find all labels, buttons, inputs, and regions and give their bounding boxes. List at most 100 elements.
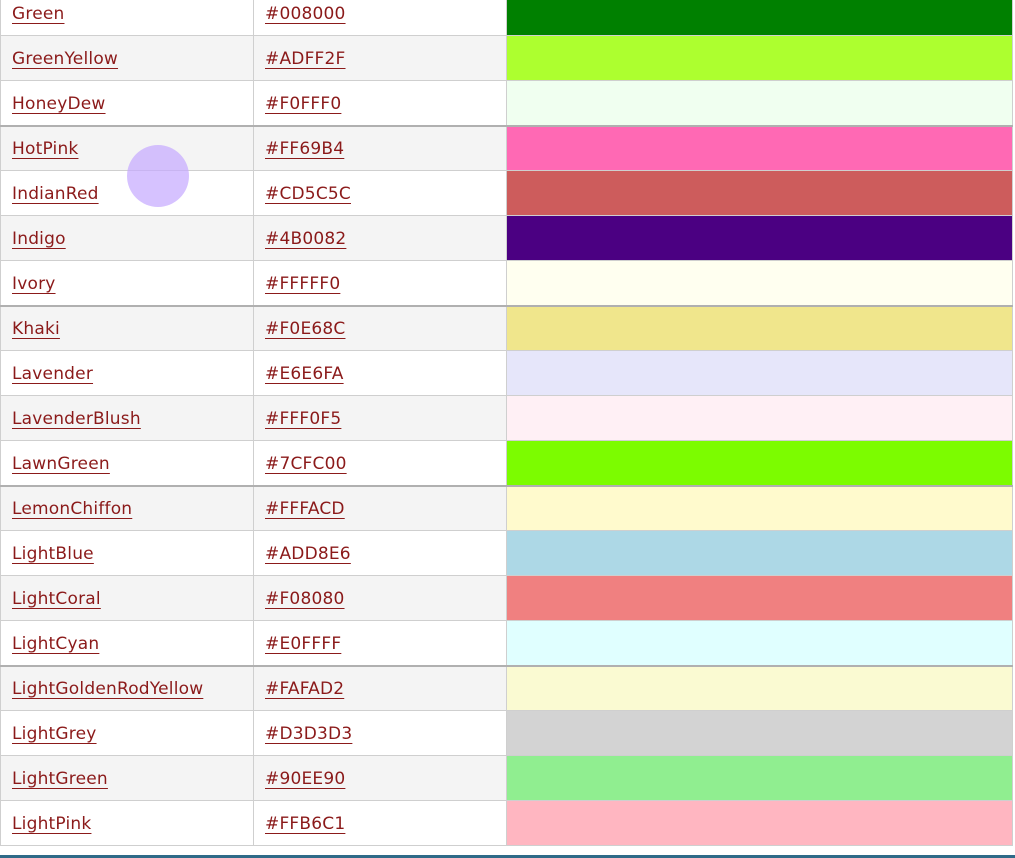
color-hex-cell: #FAFAD2 [253,664,507,711]
color-hex-link[interactable]: #E6E6FA [265,362,344,384]
color-name-cell: GreenYellow [0,35,254,81]
color-name-cell: LightPink [0,800,254,846]
table-row: Green #008000 [0,0,1013,36]
color-hex-link[interactable]: #4B0082 [265,227,346,249]
color-name-cell: LightCoral [0,575,254,621]
color-name-cell: LightGoldenRodYellow [0,664,254,711]
color-hex-cell: #CD5C5C [253,170,507,216]
color-swatch [506,440,1013,486]
color-name-cell: Lavender [0,350,254,396]
color-name-cell: IndianRed [0,170,254,216]
color-name-cell: Khaki [0,304,254,351]
color-swatch [506,530,1013,576]
color-name-link[interactable]: IndianRed [12,182,99,204]
color-hex-link[interactable]: #F0FFF0 [265,92,341,114]
color-hex-cell: #7CFC00 [253,440,507,486]
color-name-link[interactable]: GreenYellow [12,47,118,69]
table-row: HoneyDew #F0FFF0 [0,80,1013,126]
color-name-cell: LavenderBlush [0,395,254,441]
color-hex-link[interactable]: #FFB6C1 [265,812,345,834]
color-swatch [506,170,1013,216]
color-hex-link[interactable]: #FFF0F5 [265,407,341,429]
color-swatch [506,350,1013,396]
color-hex-link[interactable]: #FFFFF0 [265,272,340,294]
color-name-link[interactable]: LightGoldenRodYellow [12,677,203,699]
color-name-link[interactable]: LawnGreen [12,452,110,474]
color-hex-cell: #E6E6FA [253,350,507,396]
color-name-cell: LightBlue [0,530,254,576]
color-hex-link[interactable]: #D3D3D3 [265,722,352,744]
color-name-link[interactable]: LightPink [12,812,91,834]
color-hex-link[interactable]: #7CFC00 [265,452,347,474]
color-swatch [506,710,1013,756]
color-name-cell: Indigo [0,215,254,261]
color-name-cell: LawnGreen [0,440,254,486]
table-row: LightBlue #ADD8E6 [0,530,1013,576]
color-swatch [506,800,1013,846]
color-hex-link[interactable]: #FAFAD2 [265,677,344,699]
color-hex-link[interactable]: #F0E68C [265,317,345,339]
table-row: HotPink #FF69B4 [0,124,1013,171]
color-hex-cell: #90EE90 [253,755,507,801]
color-swatch [506,304,1013,351]
color-name-link[interactable]: Khaki [12,317,60,339]
color-name-link[interactable]: LightGreen [12,767,108,789]
color-swatch [506,35,1013,81]
color-name-link[interactable]: LightCyan [12,632,99,654]
color-name-link[interactable]: HoneyDew [12,92,106,114]
table-row: LightCoral #F08080 [0,575,1013,621]
color-hex-cell: #F08080 [253,575,507,621]
color-hex-cell: #FFFACD [253,484,507,531]
color-hex-cell: #FFF0F5 [253,395,507,441]
color-name-link[interactable]: Lavender [12,362,93,384]
color-name-link[interactable]: LightGrey [12,722,97,744]
color-hex-cell: #F0FFF0 [253,80,507,126]
color-hex-link[interactable]: #ADD8E6 [265,542,351,564]
color-hex-link[interactable]: #008000 [265,2,346,24]
color-name-link[interactable]: LightCoral [12,587,101,609]
color-name-link[interactable]: HotPink [12,137,78,159]
color-swatch [506,124,1013,171]
color-name-link[interactable]: LavenderBlush [12,407,141,429]
color-hex-link[interactable]: #FFFACD [265,497,345,519]
table-row: LightGrey #D3D3D3 [0,710,1013,756]
color-name-cell: LightCyan [0,620,254,666]
color-hex-cell: #D3D3D3 [253,710,507,756]
color-name-link[interactable]: Indigo [12,227,66,249]
color-hex-link[interactable]: #F08080 [265,587,345,609]
color-name-cell: LightGreen [0,755,254,801]
color-name-cell: HoneyDew [0,80,254,126]
color-hex-cell: #FF69B4 [253,124,507,171]
table-row: LawnGreen #7CFC00 [0,440,1013,486]
table-row: LemonChiffon #FFFACD [0,484,1013,531]
color-name-cell: LemonChiffon [0,484,254,531]
color-hex-cell: #4B0082 [253,215,507,261]
table-row: Indigo #4B0082 [0,215,1013,261]
color-name-link[interactable]: LemonChiffon [12,497,132,519]
table-row: LightCyan #E0FFFF [0,620,1013,666]
table-row: IndianRed #CD5C5C [0,170,1013,216]
color-hex-link[interactable]: #CD5C5C [265,182,351,204]
table-row: GreenYellow #ADFF2F [0,35,1013,81]
color-name-link[interactable]: Green [12,2,64,24]
table-row: Khaki #F0E68C [0,304,1013,351]
color-hex-cell: #FFFFF0 [253,260,507,306]
color-hex-link[interactable]: #E0FFFF [265,632,341,654]
color-hex-link[interactable]: #ADFF2F [265,47,346,69]
color-hex-link[interactable]: #90EE90 [265,767,345,789]
table-row: LightPink #FFB6C1 [0,800,1013,846]
table-row: Ivory #FFFFF0 [0,260,1013,306]
color-names-table: Green #008000 GreenYellow #ADFF2F HoneyDew #F… [0,0,1013,846]
color-swatch [506,395,1013,441]
table-row: LavenderBlush #FFF0F5 [0,395,1013,441]
color-swatch [506,755,1013,801]
color-name-link[interactable]: Ivory [12,272,56,294]
color-hex-cell: #ADFF2F [253,35,507,81]
color-swatch [506,0,1013,36]
table-row: Lavender #E6E6FA [0,350,1013,396]
color-name-cell: Ivory [0,260,254,306]
color-name-link[interactable]: LightBlue [12,542,94,564]
color-hex-link[interactable]: #FF69B4 [265,137,344,159]
color-swatch [506,260,1013,306]
color-swatch [506,664,1013,711]
